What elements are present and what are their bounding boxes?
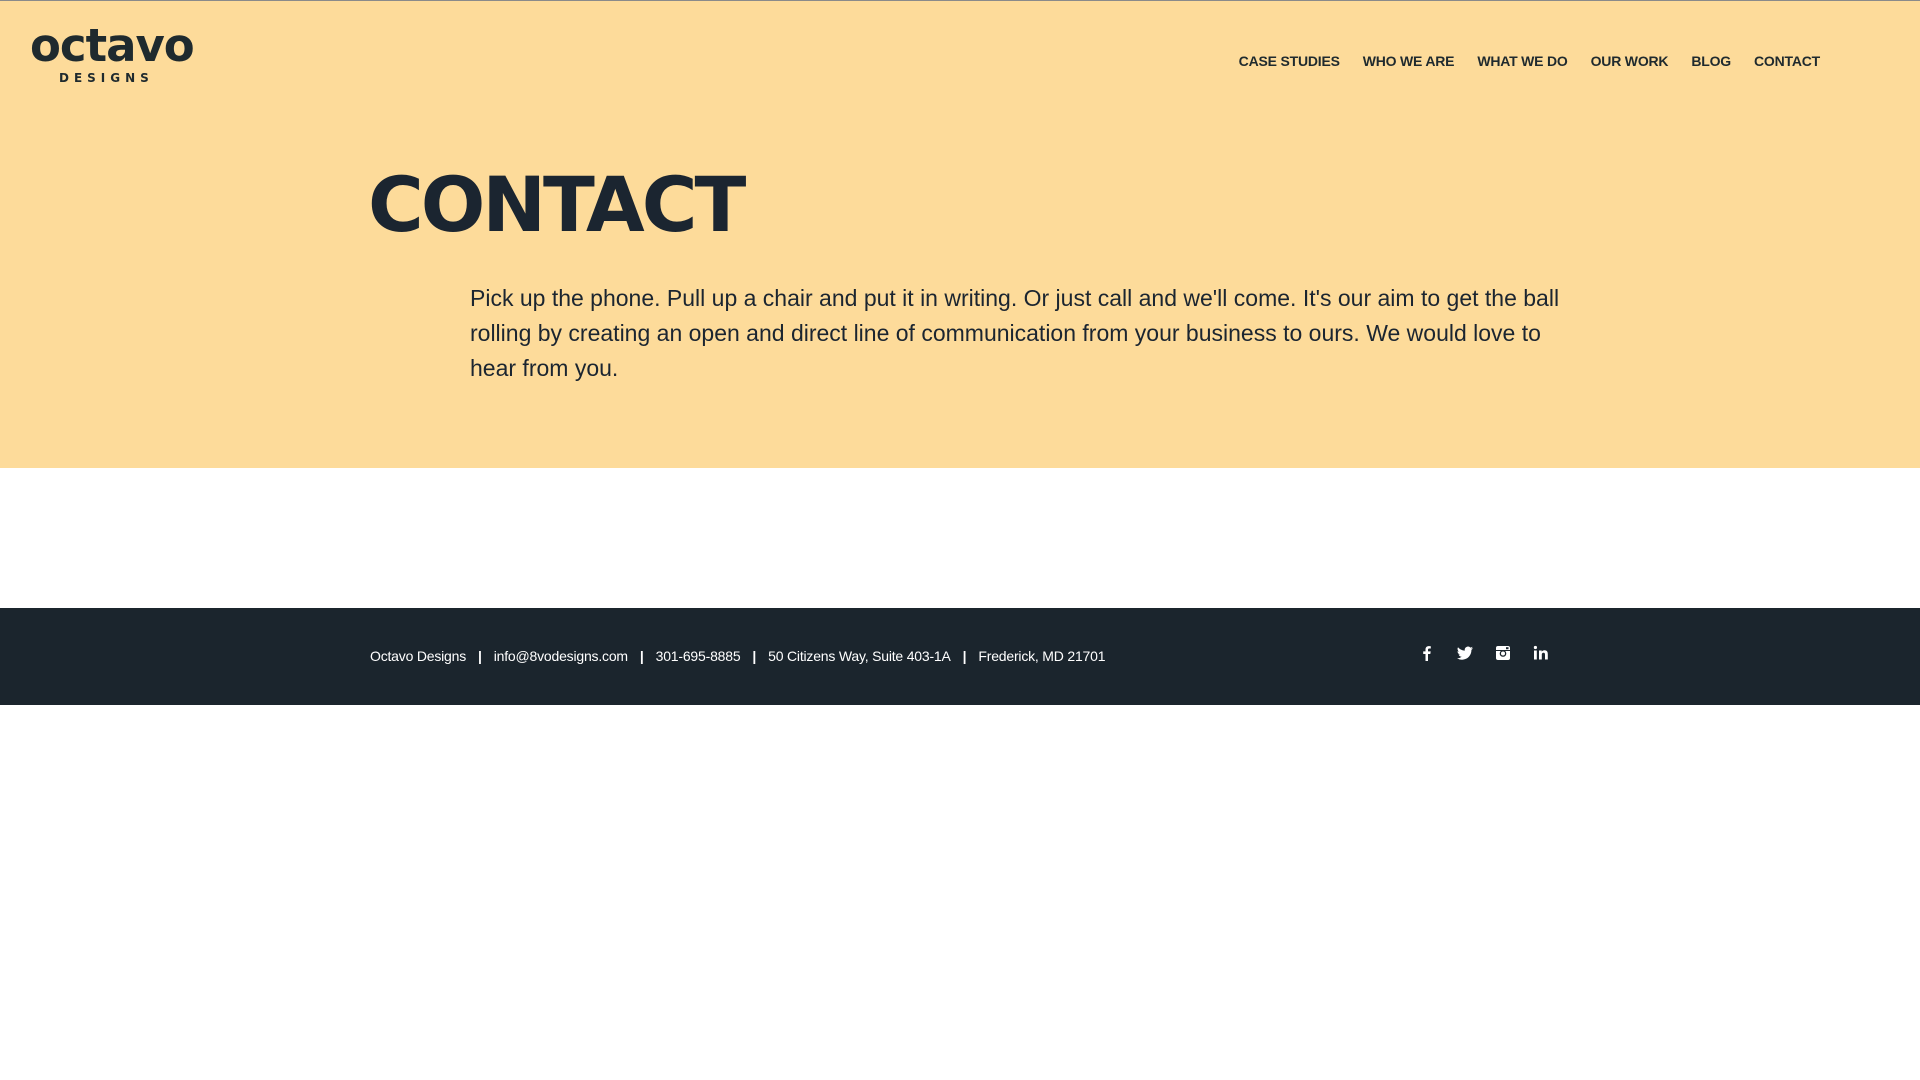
nav-item-our-work[interactable]: OUR WORK	[1591, 53, 1669, 69]
footer-separator: |	[478, 648, 482, 664]
main-nav: CASE STUDIES WHO WE ARE WHAT WE DO OUR W…	[1239, 53, 1821, 69]
page-title: CONTACT	[368, 160, 746, 249]
twitter-icon[interactable]	[1456, 644, 1474, 662]
footer-email-link[interactable]: info@8vodesigns.com	[494, 648, 628, 664]
footer-contact-info: Octavo Designs | info@8vodesigns.com | 3…	[370, 648, 1105, 664]
linkedin-icon[interactable]	[1532, 644, 1550, 662]
instagram-icon[interactable]	[1494, 644, 1512, 662]
social-links	[1418, 644, 1550, 662]
footer-city: Frederick, MD 21701	[978, 648, 1106, 664]
intro-paragraph: Pick up the phone. Pull up a chair and p…	[470, 285, 1560, 381]
footer-separator: |	[962, 648, 967, 664]
footer-separator: |	[752, 648, 757, 664]
nav-item-case-studies[interactable]: CASE STUDIES	[1239, 53, 1340, 69]
footer-address: 50 Citizens Way, Suite 403-1A	[768, 648, 951, 664]
site-footer: Octavo Designs | info@8vodesigns.com | 3…	[0, 608, 1920, 705]
nav-item-what-we-do[interactable]: WHAT WE DO	[1477, 53, 1567, 69]
logo-tagline: DESIGNS	[59, 71, 154, 85]
nav-item-contact[interactable]: CONTACT	[1754, 53, 1820, 69]
footer-separator: |	[639, 648, 644, 664]
hero-section: octavo DESIGNS CASE STUDIES WHO WE ARE W…	[0, 0, 1920, 468]
logo-link[interactable]: octavo DESIGNS	[30, 23, 195, 87]
footer-company: Octavo Designs	[370, 648, 467, 664]
footer-phone-link[interactable]: 301-695-8885	[656, 648, 741, 664]
nav-item-who-we-are[interactable]: WHO WE ARE	[1363, 53, 1455, 69]
nav-item-blog[interactable]: BLOG	[1691, 53, 1731, 69]
facebook-icon[interactable]	[1418, 644, 1436, 662]
logo-wordmark: octavo	[30, 19, 195, 72]
